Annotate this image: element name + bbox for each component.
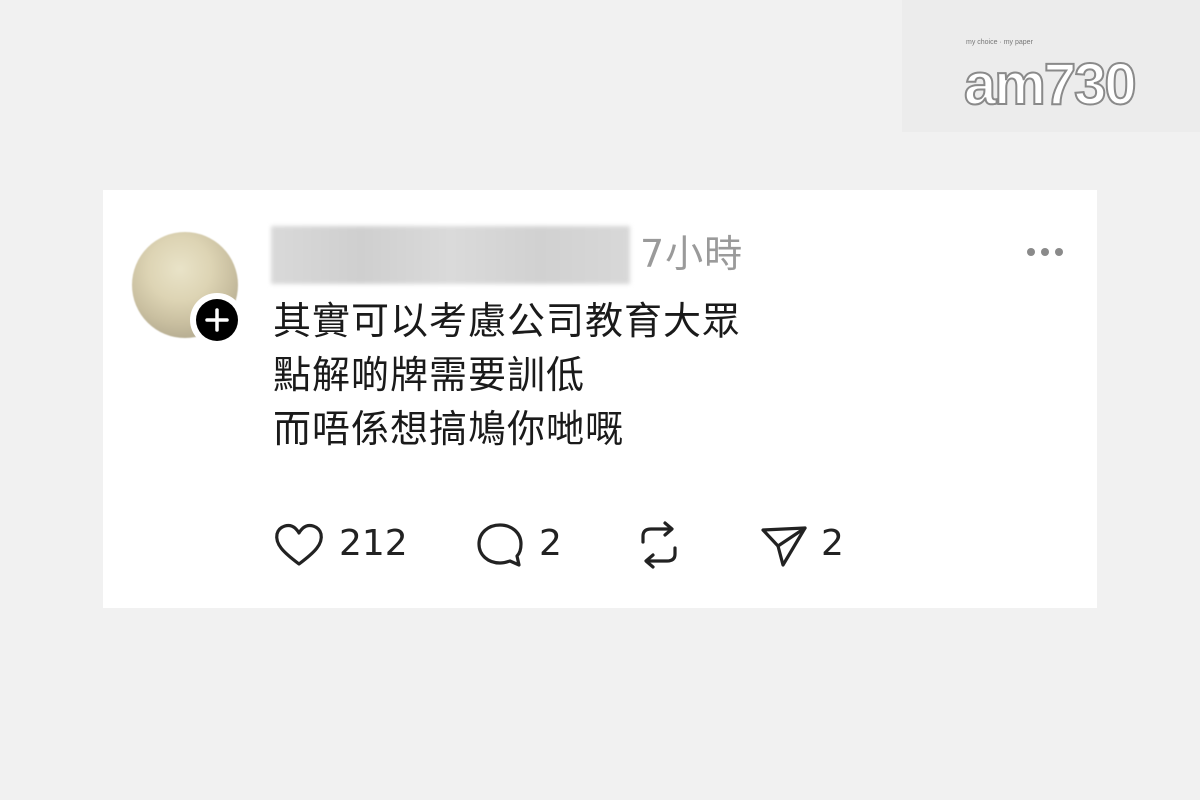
post-line: 而唔係想搞鳩你哋嘅 bbox=[273, 407, 625, 451]
post-line: 點解啲牌需要訓低 bbox=[273, 353, 586, 397]
svg-text:my choice · my paper: my choice · my paper bbox=[966, 39, 1034, 46]
comment-bubble-icon bbox=[477, 523, 523, 567]
reply-button[interactable]: 2 bbox=[475, 520, 565, 570]
more-options-button[interactable] bbox=[1023, 240, 1067, 264]
am730-logo: my choice · my paper am730 bbox=[964, 39, 1138, 108]
like-button[interactable]: 212 bbox=[273, 520, 413, 570]
post-body: 其實可以考慮公司教育大眾 點解啲牌需要訓低 而唔係想搞鳩你哋嘅 bbox=[273, 294, 741, 456]
post-line: 其實可以考慮公司教育大眾 bbox=[273, 299, 742, 343]
share-count: 2 bbox=[821, 523, 844, 564]
send-icon bbox=[761, 526, 807, 567]
heart-icon bbox=[275, 523, 323, 566]
svg-text:am730: am730 bbox=[964, 52, 1135, 108]
post-timestamp: 7小時 bbox=[640, 232, 744, 276]
screenshot-stage: my choice · my paper am730 7小時 其實可以考慮公司教… bbox=[0, 0, 1200, 800]
reply-count: 2 bbox=[539, 523, 562, 564]
more-dots-icon bbox=[1027, 248, 1063, 256]
follow-button[interactable] bbox=[190, 293, 244, 347]
username-blurred[interactable] bbox=[271, 226, 630, 284]
post-card: 7小時 其實可以考慮公司教育大眾 點解啲牌需要訓低 而唔係想搞鳩你哋嘅 212 bbox=[103, 190, 1097, 608]
share-button[interactable]: 2 bbox=[759, 520, 849, 570]
repost-icon bbox=[641, 521, 677, 569]
repost-button[interactable] bbox=[633, 520, 689, 570]
like-count: 212 bbox=[339, 523, 408, 564]
plus-icon bbox=[205, 308, 229, 332]
